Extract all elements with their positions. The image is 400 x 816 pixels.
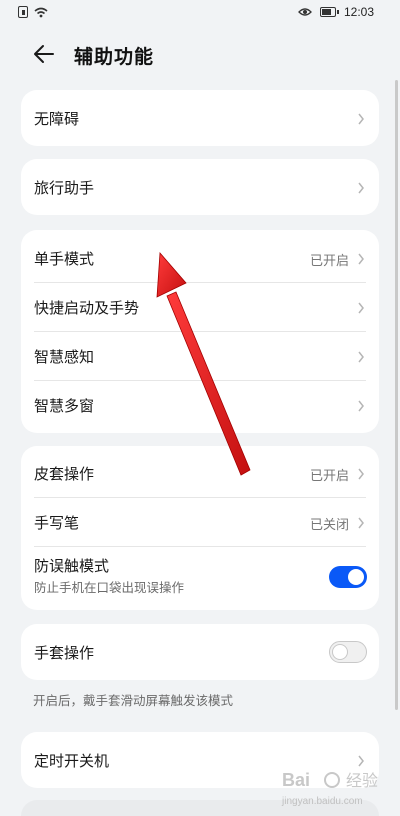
chevron-right-icon (358, 302, 364, 314)
pocket-mode-toggle[interactable] (329, 566, 367, 588)
chevron-right-icon (358, 253, 364, 265)
chevron-right-icon (358, 468, 364, 480)
row-one-hand-mode[interactable]: 单手模式 已开启 (21, 234, 379, 283)
watermark-logo: Bai 经验 jingyan.baidu.com (281, 770, 378, 807)
card-travel-assistant: 旅行助手 (21, 159, 379, 215)
row-label: 无障碍 (34, 110, 80, 128)
status-bar: 12:03 (0, 0, 400, 26)
row-glove-mode: 手套操作 (21, 628, 379, 677)
row-description: 防止手机在口袋出现误操作 (34, 580, 185, 595)
chevron-right-icon (358, 351, 364, 363)
row-status: 已关闭 (309, 518, 349, 533)
watermark: Bai 经验 jingyan.baidu.com (280, 760, 392, 810)
chevron-right-icon (358, 400, 364, 412)
row-label: 智慧多窗 (34, 397, 95, 415)
battery-icon (319, 7, 339, 17)
card-group-modes: 单手模式 已开启 快捷启动及手势 智慧感知 智慧多窗 (21, 230, 379, 433)
scrollbar[interactable] (395, 80, 398, 710)
row-status: 已开启 (309, 254, 349, 269)
chevron-right-icon (358, 517, 364, 529)
row-label: 旅行助手 (34, 179, 95, 197)
row-label: 防误触模式 (34, 557, 110, 575)
row-label: 皮套操作 (34, 465, 95, 483)
row-smart-sensing[interactable]: 智慧感知 (21, 332, 379, 381)
eye-icon (298, 8, 312, 16)
sim-icon (18, 6, 28, 18)
row-label: 智慧感知 (34, 348, 95, 366)
glove-mode-toggle[interactable] (329, 641, 367, 663)
status-right: 12:03 (298, 5, 374, 19)
row-label: 定时开关机 (34, 752, 110, 770)
page-title: 辅助功能 (74, 46, 155, 68)
chevron-right-icon (358, 182, 364, 194)
row-status: 已开启 (309, 469, 349, 484)
card-glove-mode: 手套操作 (21, 624, 379, 680)
back-arrow-icon[interactable] (32, 42, 56, 66)
row-label: 单手模式 (34, 250, 95, 268)
chevron-right-icon (358, 113, 364, 125)
svg-text:经验: 经验 (346, 771, 378, 790)
header: 辅助功能 (0, 34, 400, 74)
wifi-icon (34, 7, 48, 17)
row-stylus[interactable]: 手写笔 已关闭 (21, 498, 379, 547)
row-shortcut-gestures[interactable]: 快捷启动及手势 (21, 283, 379, 332)
status-time: 12:03 (343, 5, 374, 19)
svg-text:Bai: Bai (282, 770, 310, 790)
toggle-knob (348, 569, 364, 585)
card-group-protection: 皮套操作 已开启 手写笔 已关闭 防误触模式 防止手机在口袋出现误操作 (21, 446, 379, 610)
row-cover-operation[interactable]: 皮套操作 已开启 (21, 449, 379, 498)
row-label: 手套操作 (34, 644, 95, 662)
status-left (18, 6, 48, 18)
row-label: 手写笔 (34, 514, 80, 532)
row-label: 快捷启动及手势 (34, 299, 140, 317)
card-accessibility: 无障碍 (21, 90, 379, 146)
toggle-knob (332, 643, 348, 660)
row-travel-assistant[interactable]: 旅行助手 (21, 163, 379, 212)
row-pocket-mode: 防误触模式 防止手机在口袋出现误操作 (21, 547, 379, 609)
row-smart-multiwindow[interactable]: 智慧多窗 (21, 381, 379, 430)
row-accessibility[interactable]: 无障碍 (21, 94, 379, 143)
glove-mode-note: 开启后，戴手套滑动屏幕触发该模式 (33, 693, 234, 708)
svg-text:jingyan.baidu.com: jingyan.baidu.com (281, 796, 363, 807)
